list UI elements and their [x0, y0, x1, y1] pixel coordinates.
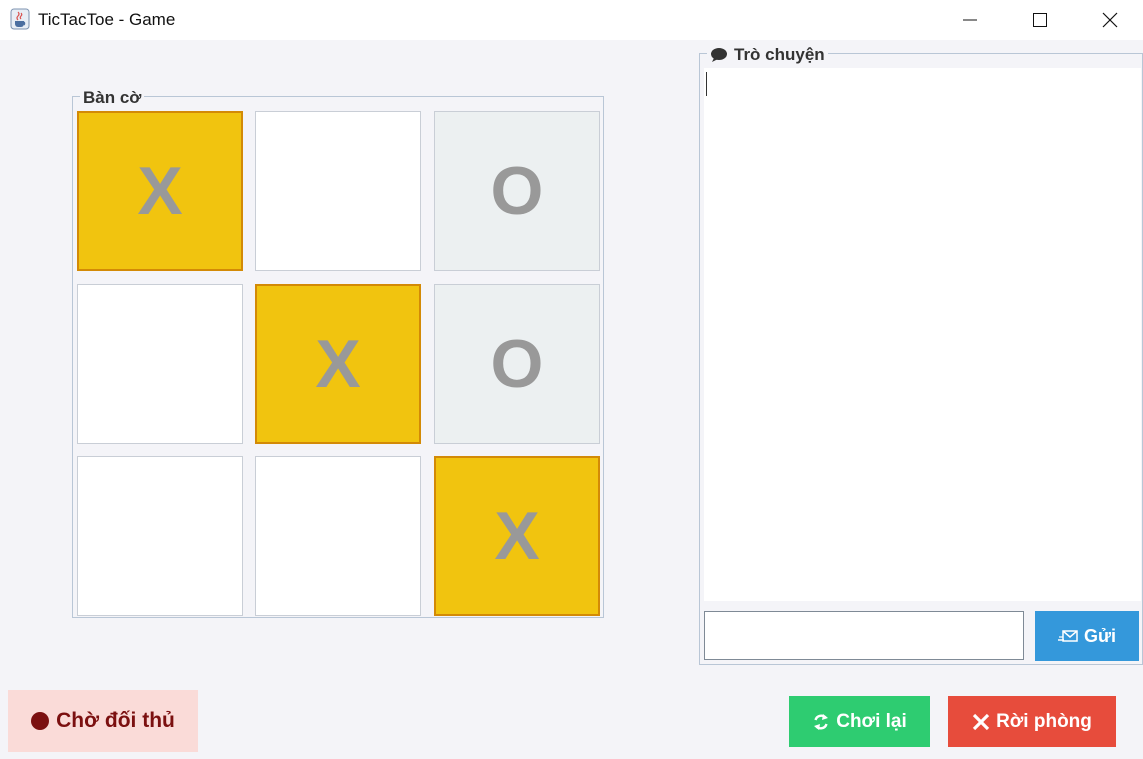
board-cell-2-0[interactable]: [77, 456, 243, 616]
status-badge: Chờ đối thủ: [8, 690, 198, 752]
maximize-button[interactable]: [1005, 0, 1075, 40]
red-circle-icon: [31, 712, 50, 730]
board-cell-0-0[interactable]: X: [77, 111, 243, 271]
board-cell-2-1[interactable]: [255, 456, 421, 616]
leave-room-button-label: Rời phòng: [996, 710, 1092, 732]
minimize-icon: [963, 19, 977, 21]
title-bar: TicTacToe - Game: [0, 0, 1143, 40]
chat-title-label: Trò chuyện: [734, 45, 825, 64]
refresh-icon: [814, 713, 829, 730]
text-caret: [706, 72, 707, 96]
x-icon: [972, 713, 990, 730]
close-icon: [1102, 12, 1118, 28]
chat-title: Trò chuyện: [707, 45, 828, 65]
send-button[interactable]: Gửi: [1035, 611, 1139, 661]
board-cell-0-2[interactable]: O: [434, 111, 600, 271]
board-cell-1-2[interactable]: O: [434, 284, 600, 444]
window-title: TicTacToe - Game: [38, 10, 176, 29]
board-cell-2-2[interactable]: X: [434, 456, 600, 616]
replay-button[interactable]: Chơi lại: [789, 696, 930, 747]
envelope-send-icon: [1057, 630, 1078, 642]
status-label: Chờ đối thủ: [56, 709, 175, 732]
board-cell-0-1[interactable]: [255, 111, 421, 271]
chat-input[interactable]: [704, 611, 1024, 660]
speech-bubble-icon: [711, 48, 727, 62]
board-cell-1-0[interactable]: [77, 284, 243, 444]
board-title: Bàn cờ: [80, 88, 145, 108]
chat-message-area[interactable]: [704, 68, 1141, 601]
java-coffee-icon: [10, 8, 30, 30]
close-button[interactable]: [1075, 0, 1143, 40]
replay-button-label: Chơi lại: [836, 710, 907, 732]
maximize-icon: [1033, 13, 1047, 27]
leave-room-button[interactable]: Rời phòng: [948, 696, 1116, 747]
send-button-label: Gửi: [1083, 625, 1117, 646]
board-cell-1-1[interactable]: X: [255, 284, 421, 444]
minimize-button[interactable]: [935, 0, 1005, 40]
